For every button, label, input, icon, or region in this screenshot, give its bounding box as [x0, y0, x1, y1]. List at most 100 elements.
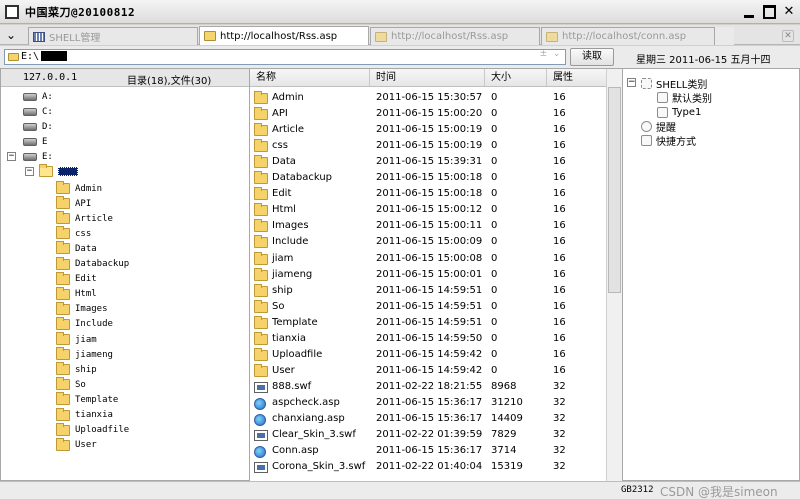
file-row[interactable]: jiam 2011-06-15 15:00:08 0 16	[250, 251, 606, 267]
close-icon: ✕	[782, 30, 794, 42]
folder-icon	[56, 362, 70, 376]
file-row[interactable]: Databackup 2011-06-15 15:00:18 0 16	[250, 170, 606, 186]
file-row[interactable]: API 2011-06-15 15:00:20 0 16	[250, 106, 606, 122]
file-row[interactable]: chanxiang.asp 2011-06-15 15:36:17 14409 32	[250, 411, 606, 427]
folder-icon	[56, 286, 70, 300]
tree-drive-label: A:	[42, 91, 53, 102]
file-row[interactable]: ship 2011-06-15 14:59:51 0 16	[250, 283, 606, 299]
reminder-icon	[641, 120, 652, 132]
column-size[interactable]: 大小	[485, 69, 547, 87]
folder-open-icon	[39, 164, 53, 177]
file-name: tianxia	[272, 332, 306, 344]
tab-list-chevron-icon[interactable]: ⌄	[3, 27, 19, 43]
tree-folder-label: Template	[75, 394, 119, 405]
file-row[interactable]: Uploadfile 2011-06-15 14:59:42 0 16	[250, 347, 606, 363]
category-item[interactable]: − SHELL类别	[627, 76, 707, 91]
path-input[interactable]: E:\	[4, 49, 566, 65]
tree-drive-0[interactable]: A:	[23, 89, 53, 104]
tree-folder-item[interactable]: Html	[56, 286, 97, 302]
read-button[interactable]: 读取	[570, 48, 614, 66]
scrollbar-thumb[interactable]	[608, 87, 621, 293]
file-attr: 16	[553, 236, 566, 248]
tree-drive-label: D:	[42, 121, 53, 132]
tab-shell-manage[interactable]: SHELL管理	[28, 27, 198, 45]
tree-folder-item[interactable]: css	[56, 226, 91, 241]
tree-folder-item[interactable]: jiameng	[56, 347, 113, 362]
file-row[interactable]: Admin 2011-06-15 15:30:57 0 16	[250, 90, 606, 106]
tree-folder-item[interactable]: API	[56, 196, 91, 211]
tab-overflow	[715, 27, 734, 45]
close-tab-button[interactable]: ✕	[782, 27, 798, 45]
file-row[interactable]: jiameng 2011-06-15 15:00:01 0 16	[250, 267, 606, 283]
tree-drive-4[interactable]: E: −	[7, 149, 53, 164]
file-row[interactable]: Data 2011-06-15 15:39:31 0 16	[250, 154, 606, 170]
tree-folder-item[interactable]: Data	[56, 241, 97, 256]
file-time: 2011-06-15 15:00:09	[376, 236, 483, 248]
maximize-button[interactable]	[762, 5, 776, 19]
folder-icon	[56, 301, 70, 315]
tree-folder-item[interactable]: Edit	[56, 271, 97, 287]
tree-folder-item[interactable]: So	[56, 377, 86, 392]
file-name: Html	[272, 204, 296, 216]
file-time: 2011-06-15 15:00:12	[376, 204, 483, 216]
tree-folder-item[interactable]: Include	[56, 316, 113, 332]
file-row[interactable]: User 2011-06-15 14:59:42 0 16	[250, 363, 606, 379]
collapse-icon[interactable]: −	[627, 78, 636, 87]
asp-file-icon	[254, 446, 266, 459]
tree-folder-label: Images	[75, 304, 108, 315]
tree-folder-item[interactable]: ship	[56, 362, 97, 377]
tree-folder-item[interactable]: Images	[56, 301, 108, 317]
file-row[interactable]: 888.swf 2011-02-22 18:21:55 8968 32	[250, 379, 606, 395]
file-row[interactable]: Include 2011-06-15 15:00:09 0 16	[250, 234, 606, 250]
collapse-icon[interactable]: −	[7, 152, 16, 161]
tree-folder-item[interactable]: Template	[56, 392, 118, 407]
title-bar: 中国菜刀@20100812 ✕	[0, 0, 800, 24]
file-row[interactable]: Article 2011-06-15 15:00:19 0 16	[250, 122, 606, 138]
category-item[interactable]: Type1	[657, 105, 701, 119]
tree-folder-label: Include	[75, 319, 113, 330]
file-row[interactable]: Corona_Skin_3.swf 2011-02-22 01:40:04 1531…	[250, 459, 606, 475]
tree-folder-item[interactable]: User	[56, 437, 97, 453]
file-row[interactable]: aspcheck.asp 2011-06-15 15:36:17 31210 32	[250, 395, 606, 411]
tree-drive-1[interactable]: C:	[23, 104, 53, 119]
file-row[interactable]: css 2011-06-15 15:00:19 0 16	[250, 138, 606, 154]
tab-conn-asp[interactable]: http://localhost/conn.asp	[541, 27, 715, 45]
path-dropdown-chevron-icon[interactable]: ± ⌄	[535, 49, 565, 63]
file-row[interactable]: Edit 2011-06-15 15:00:18 0 16	[250, 186, 606, 202]
collapse-icon[interactable]: −	[25, 167, 34, 176]
file-row[interactable]: tianxia 2011-06-15 14:59:50 0 16	[250, 331, 606, 347]
tree-folder-item[interactable]: Admin	[56, 181, 102, 196]
folder-icon	[56, 332, 70, 345]
tree-folder-item[interactable]: Uploadfile	[56, 422, 129, 438]
tree-drive-3[interactable]: E	[23, 134, 47, 149]
column-name[interactable]: 名称	[250, 69, 370, 87]
file-time: 2011-06-15 14:59:42	[376, 348, 483, 360]
dir-file-count: 目录(18),文件(30)	[127, 76, 212, 87]
tree-folder-item[interactable]: jiam	[56, 332, 97, 347]
tree-folder-item[interactable]: tianxia	[56, 407, 113, 423]
category-item[interactable]: 默认类别	[657, 90, 712, 105]
file-row[interactable]: Template 2011-06-15 14:59:51 0 16	[250, 315, 606, 331]
file-attr: 32	[553, 461, 566, 473]
close-button[interactable]: ✕	[782, 5, 796, 19]
file-row[interactable]: Images 2011-06-15 15:00:11 0 16	[250, 218, 606, 234]
tab-rss-asp-2[interactable]: http://localhost/Rss.asp	[370, 27, 540, 45]
category-item[interactable]: 提醒	[641, 119, 676, 134]
tab-rss-asp[interactable]: http://localhost/Rss.asp	[199, 26, 369, 45]
tree-selected-folder[interactable]: −	[25, 164, 78, 179]
file-time: 2011-06-15 15:00:19	[376, 124, 483, 136]
file-row[interactable]: So 2011-06-15 14:59:51 0 16	[250, 299, 606, 315]
minimize-button[interactable]	[742, 5, 756, 19]
category-item[interactable]: 快捷方式	[641, 133, 696, 148]
file-row[interactable]: Conn.asp 2011-06-15 15:36:17 3714 32	[250, 443, 606, 459]
file-size: 0	[491, 188, 498, 200]
file-row[interactable]: Clear_Skin_3.swf 2011-02-22 01:39:59 7829 3…	[250, 427, 606, 443]
column-time[interactable]: 时间	[370, 69, 485, 87]
folder-icon	[56, 211, 70, 225]
tree-folder-item[interactable]: Article	[56, 211, 113, 226]
tree-folder-item[interactable]: Databackup	[56, 256, 129, 272]
file-row[interactable]: Html 2011-06-15 15:00:12 0 16	[250, 202, 606, 218]
tree-folder-label: jiameng	[75, 349, 113, 360]
vertical-scrollbar[interactable]	[606, 69, 622, 481]
tree-drive-2[interactable]: D:	[23, 119, 53, 134]
